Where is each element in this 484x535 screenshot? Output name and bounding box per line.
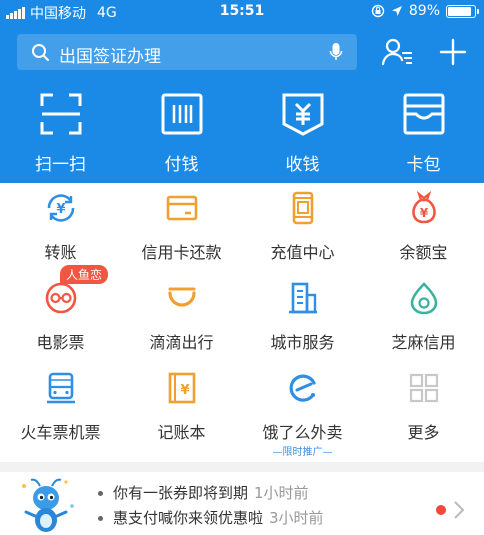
- notice-item[interactable]: 惠支付喊你来领优惠啦 3小时前: [98, 507, 324, 528]
- unread-dot: [436, 505, 446, 515]
- svg-text:¥: ¥: [420, 206, 429, 220]
- notice-text: 惠支付喊你来领优惠啦: [113, 509, 264, 527]
- card-wallet-icon: [403, 93, 444, 135]
- money-bag-icon: ¥: [412, 191, 436, 224]
- credit-card-icon: [166, 195, 198, 221]
- train-icon: [47, 372, 75, 404]
- service-label: 记账本: [157, 423, 206, 442]
- section-divider: [0, 462, 484, 472]
- didi-icon: [168, 287, 196, 307]
- collect-button[interactable]: 收钱: [242, 92, 363, 175]
- service-label: 转账: [44, 243, 77, 262]
- bullet: [98, 491, 103, 496]
- location-arrow-icon: [391, 6, 402, 16]
- notice-time: 1小时前: [254, 484, 309, 502]
- promo-badge: 人鱼恋: [60, 265, 109, 284]
- service-label: 火车票机票: [20, 423, 101, 442]
- notice-panel[interactable]: 你有一张券即将到期 1小时前 惠支付喊你来领优惠啦 3小时前: [0, 472, 484, 535]
- service-label: 城市服务: [270, 333, 335, 352]
- service-label: 饿了么外卖: [262, 423, 343, 442]
- bullet: [98, 516, 103, 521]
- pay-button[interactable]: 付钱: [121, 92, 242, 175]
- movie-glasses-icon: [45, 282, 77, 314]
- scan-button[interactable]: 扫一扫: [0, 92, 121, 175]
- service-label: 电影票: [36, 333, 85, 352]
- city-building-icon: [289, 282, 317, 314]
- notice-time: 3小时前: [269, 509, 324, 527]
- battery-icon: [446, 4, 479, 18]
- search-placeholder: 出国签证办理: [59, 47, 161, 67]
- service-label: 更多: [407, 423, 440, 442]
- collect-money-icon: [282, 93, 323, 136]
- svg-text:¥: ¥: [180, 383, 189, 398]
- transfer-icon: ¥: [47, 194, 75, 222]
- notice-item[interactable]: 你有一张券即将到期 1小时前: [98, 482, 309, 503]
- scan-label: 扫一扫: [35, 155, 86, 175]
- search-icon: [32, 44, 49, 61]
- account-book-icon: ¥: [168, 372, 196, 404]
- service-label: 余额宝: [399, 243, 448, 262]
- pay-label: 付钱: [164, 155, 199, 175]
- ant-mascot-icon: [22, 478, 74, 532]
- service-label: 滴滴出行: [149, 333, 214, 352]
- scan-icon: [40, 93, 81, 135]
- sesame-credit-icon: [410, 282, 438, 315]
- eleme-icon: [289, 374, 316, 402]
- chevron-right-icon[interactable]: [453, 500, 465, 520]
- more-grid-icon: [409, 373, 439, 403]
- service-label: 信用卡还款: [141, 243, 222, 262]
- service-label: 充值中心: [270, 243, 335, 262]
- search-bar[interactable]: 出国签证办理: [17, 34, 357, 70]
- microphone-icon[interactable]: [329, 42, 343, 62]
- service-label: 芝麻信用: [391, 333, 456, 352]
- promo-tag: —限时推广—: [272, 447, 333, 458]
- battery-percent: 89%: [408, 3, 440, 19]
- svg-text:¥: ¥: [56, 202, 65, 217]
- contacts-icon[interactable]: [381, 37, 415, 67]
- lock-rotation-icon: [371, 4, 385, 18]
- collect-label: 收钱: [285, 155, 320, 175]
- card-wallet-label: 卡包: [406, 155, 441, 175]
- top-actions: 扫一扫 付钱 收钱 卡包: [0, 92, 484, 176]
- status-bar: 中国移动 4G 15:51 89%: [0, 0, 484, 24]
- card-wallet-button[interactable]: 卡包: [363, 92, 484, 175]
- notice-text: 你有一张券即将到期: [113, 484, 249, 502]
- pay-barcode-icon: [161, 93, 202, 135]
- add-icon[interactable]: [439, 38, 467, 66]
- phone-recharge-icon: [292, 191, 314, 225]
